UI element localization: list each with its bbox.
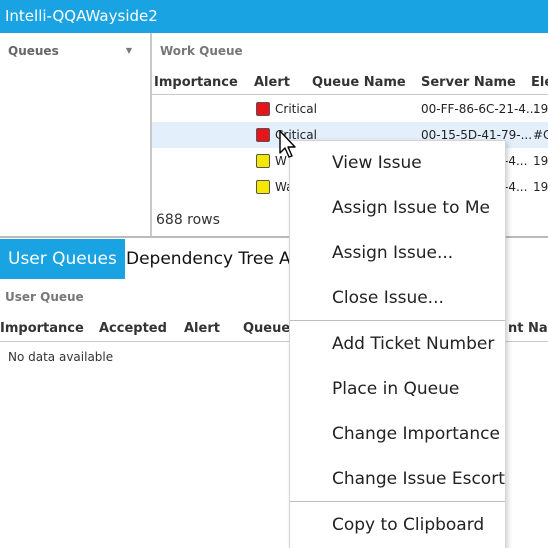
- queues-panel: Queues ▼: [0, 33, 152, 236]
- menu-item-place-in-queue[interactable]: Place in Queue: [290, 367, 505, 412]
- user-queue-title: User Queue: [5, 290, 84, 304]
- server-name-cell: 00-FF-86-6C-21-4...: [421, 102, 538, 116]
- column-header-accepted[interactable]: Accepted: [99, 321, 167, 336]
- menu-item-change-importance[interactable]: Change Importance: [290, 412, 505, 457]
- column-header-server-name[interactable]: Server Name: [421, 75, 516, 90]
- server-name-cell: -4...: [504, 154, 528, 168]
- menu-item-close-issue[interactable]: Close Issue...: [290, 276, 505, 321]
- column-header-alert[interactable]: Alert: [254, 75, 290, 90]
- column-header-alert[interactable]: Alert: [184, 321, 220, 336]
- context-menu: View Issue Assign Issue to Me Assign Iss…: [289, 140, 506, 548]
- extra-cell: 19: [533, 180, 548, 194]
- warning-alert-icon: [256, 180, 270, 194]
- empty-state-text: No data available: [8, 350, 114, 364]
- column-header-queue[interactable]: Queue: [243, 321, 290, 336]
- column-header-queue-name[interactable]: Queue Name: [312, 75, 406, 90]
- tab-dependency-tree[interactable]: Dependency Tree: [118, 239, 282, 279]
- menu-item-assign-issue[interactable]: Assign Issue...: [290, 231, 505, 276]
- critical-alert-icon: [256, 128, 270, 142]
- caret-down-icon[interactable]: ▼: [126, 46, 132, 55]
- menu-item-change-issue-escort[interactable]: Change Issue Escort: [290, 457, 505, 502]
- column-header-importance[interactable]: Importance: [154, 75, 238, 90]
- queues-title: Queues: [8, 44, 59, 58]
- extra-cell: #C: [533, 128, 548, 142]
- column-header-importance[interactable]: Importance: [0, 321, 84, 336]
- column-header-extra[interactable]: Ele: [531, 75, 548, 90]
- critical-alert-icon: [256, 102, 270, 116]
- menu-item-copy-to-clipboard[interactable]: Copy to Clipboard: [290, 503, 505, 548]
- warning-alert-icon: [256, 154, 270, 168]
- table-row[interactable]: Critical 00-FF-86-6C-21-4... 19: [152, 96, 548, 122]
- mouse-pointer-icon: [279, 130, 296, 158]
- work-queue-title: Work Queue: [160, 44, 243, 58]
- server-name-cell: -4...: [504, 180, 528, 194]
- alert-text: Critical: [275, 102, 317, 116]
- window-title: Intelli-QQAWayside2: [5, 7, 158, 25]
- extra-cell: 19: [533, 102, 548, 116]
- work-queue-header-row: Importance Alert Queue Name Server Name …: [152, 73, 548, 95]
- column-header-partial[interactable]: nt Nam: [508, 321, 548, 336]
- extra-cell: 19: [533, 154, 548, 168]
- queues-dropdown[interactable]: Queues ▼: [0, 33, 150, 69]
- menu-item-assign-to-me[interactable]: Assign Issue to Me: [290, 186, 505, 231]
- tab-user-queues[interactable]: User Queues: [0, 239, 125, 279]
- menu-separator: [290, 501, 505, 502]
- menu-item-add-ticket-number[interactable]: Add Ticket Number: [290, 322, 505, 367]
- menu-item-view-issue[interactable]: View Issue: [290, 141, 505, 186]
- menu-separator: [290, 320, 505, 321]
- row-count: 688 rows: [156, 212, 220, 228]
- window-title-bar: Intelli-QQAWayside2: [0, 0, 548, 33]
